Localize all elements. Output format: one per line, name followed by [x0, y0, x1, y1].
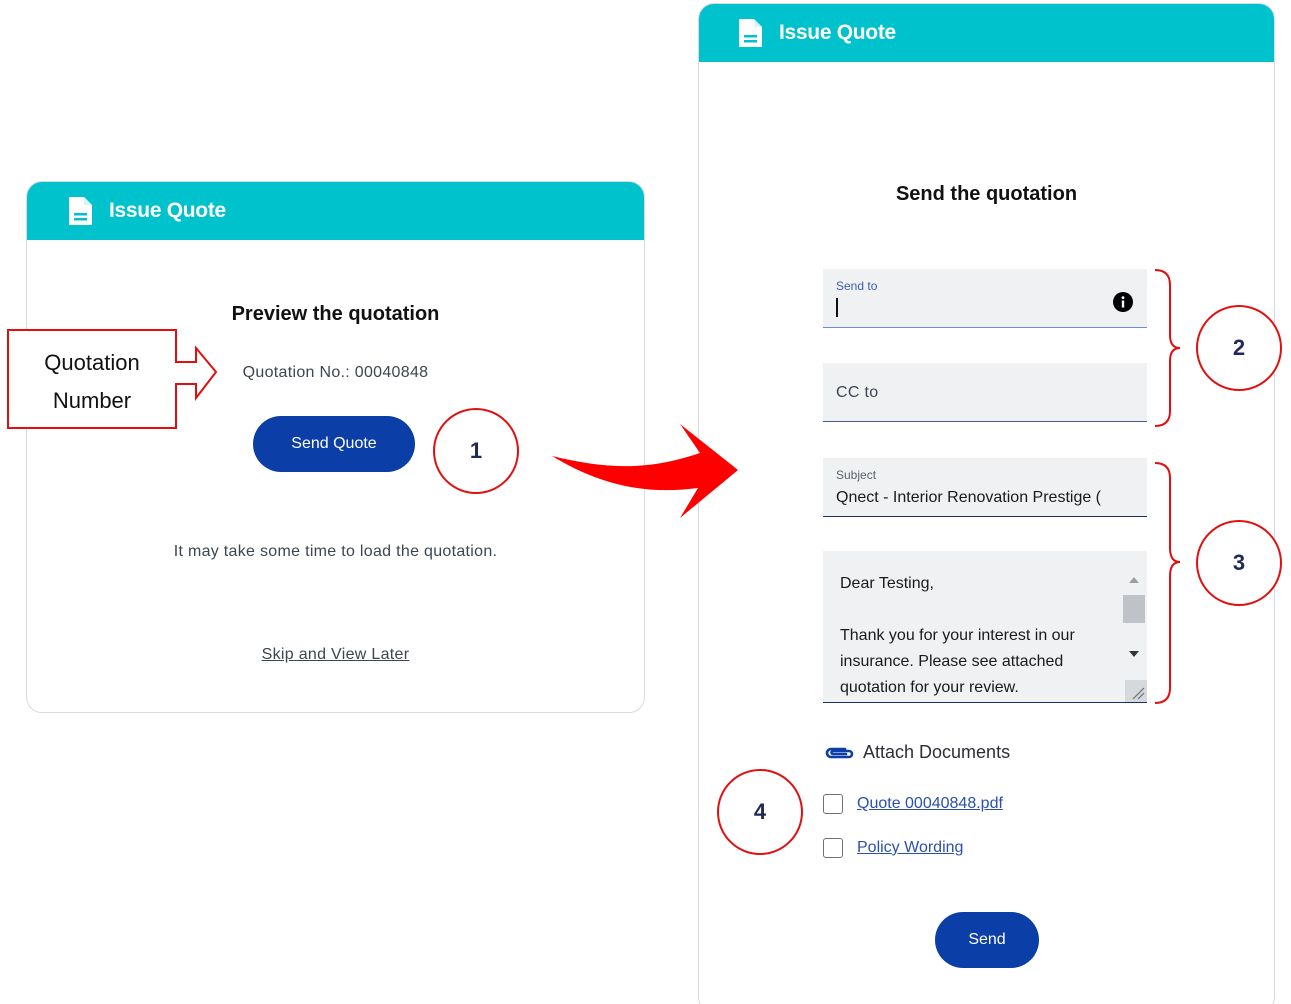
- send-to-label: Send to: [836, 279, 878, 293]
- document-icon: [69, 197, 92, 225]
- attachment-link[interactable]: Quote 00040848.pdf: [857, 795, 1003, 813]
- card-header: Issue Quote: [27, 182, 644, 240]
- send-button[interactable]: Send: [935, 912, 1039, 968]
- load-note: It may take some time to load the quotat…: [173, 543, 498, 560]
- message-line: Dear Testing,: [840, 575, 934, 592]
- attach-documents-label: Attach Documents: [863, 742, 1011, 762]
- step-marker: 1: [433, 408, 519, 494]
- attachment-checkbox[interactable]: [823, 838, 843, 858]
- cc-to-field[interactable]: CC to: [823, 363, 1147, 422]
- text-cursor: [836, 298, 838, 317]
- scroll-up-icon[interactable]: [1129, 577, 1139, 583]
- message-line: Thank you for your interest in our insur…: [840, 627, 1075, 696]
- callout-line: Number: [52, 388, 132, 413]
- scroll-thumb[interactable]: [1123, 595, 1145, 623]
- cc-to-placeholder: CC to: [836, 384, 879, 401]
- attachment-item: Policy Wording: [823, 838, 963, 858]
- attach-documents: Attach Documents: [823, 742, 1010, 763]
- document-icon: [739, 19, 762, 47]
- message-body: Dear Testing, Thank you for your interes…: [840, 571, 1120, 727]
- message-textarea[interactable]: Dear Testing, Thank you for your interes…: [823, 551, 1147, 703]
- skip-and-view-later-link[interactable]: Skip and View Later: [27, 646, 644, 664]
- callout-label: Quotation Number: [8, 344, 176, 420]
- attachment-link[interactable]: Policy Wording: [857, 839, 963, 857]
- preview-quote-card: Issue Quote Preview the quotation Quotat…: [26, 181, 645, 713]
- subject-field[interactable]: Subject Qnect - Interior Renovation Pres…: [823, 458, 1147, 517]
- subject-label: Subject: [836, 468, 877, 482]
- info-icon[interactable]: [1113, 292, 1133, 312]
- send-quote-card: Issue Quote Send the quotation Send to C…: [698, 3, 1275, 1004]
- send-to-field[interactable]: Send to: [823, 269, 1147, 328]
- scroll-down-icon[interactable]: [1129, 651, 1139, 657]
- step-marker: 2: [1196, 305, 1282, 391]
- card-header: Issue Quote: [699, 4, 1274, 62]
- attachment-checkbox[interactable]: [823, 794, 843, 814]
- paperclip-icon: [825, 747, 854, 758]
- callout-line: Quotation: [44, 350, 140, 375]
- card-title: Issue Quote: [109, 199, 226, 222]
- attachment-item: Quote 00040848.pdf: [823, 794, 1003, 814]
- step-marker: 4: [717, 769, 803, 855]
- page-heading: Preview the quotation: [231, 303, 440, 325]
- send-quote-button[interactable]: Send Quote: [253, 416, 415, 472]
- resize-grip-icon[interactable]: [1125, 680, 1147, 702]
- card-title: Issue Quote: [779, 21, 896, 44]
- step-marker: 3: [1196, 520, 1282, 606]
- page-heading: Send the quotation: [895, 183, 1078, 205]
- subject-value: Qnect - Interior Renovation Prestige (: [836, 489, 1102, 506]
